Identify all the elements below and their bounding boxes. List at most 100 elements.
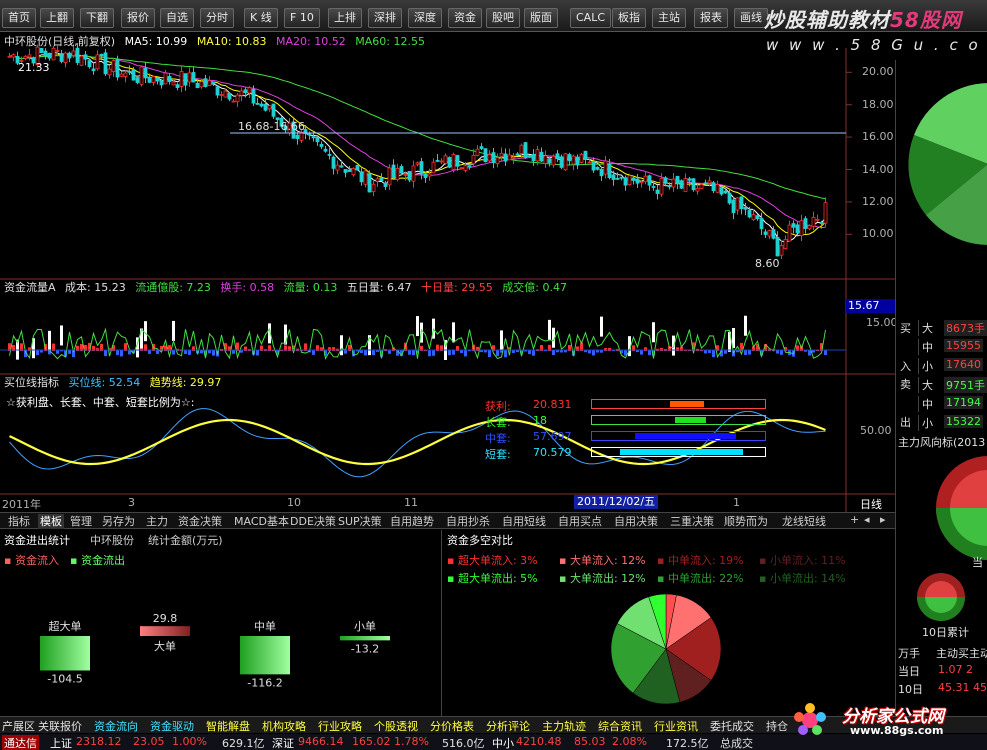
toolbar-button-4[interactable]: 自选 [160,8,194,28]
zx-label[interactable]: 中小 [492,735,514,750]
toolbar-button-1[interactable]: 上翻 [40,8,74,28]
flow-bar-label: 超大单 [49,619,82,633]
toolbar-button-3[interactable]: 报价 [121,8,155,28]
bottom-nav-item-1[interactable]: 关联报价 [38,718,82,734]
flow-bar [808,350,811,356]
tab-0[interactable]: 指标 [8,514,30,529]
plus-icon[interactable]: + [850,513,859,526]
chevron-right-icon[interactable]: ▸ [880,513,886,526]
tab-14[interactable]: 三重决策 [670,514,714,529]
flow-bar [640,350,643,355]
tab-16[interactable]: 龙线短线 [782,514,826,529]
toolbar-button-13[interactable]: 版面 [524,8,558,28]
candle-body [363,170,368,185]
bottom-nav-item-7[interactable]: 个股透视 [374,718,418,734]
candle-body [387,167,392,186]
flow-bar-chart: 超大单 -104.5 大单 29.8 中单 -116.2 小单 -13.2 [40,612,390,689]
toolbar-button-2[interactable]: 下翻 [80,8,114,28]
candle-body [563,153,568,171]
flow-bar [724,350,727,354]
candle-body [651,186,656,188]
sz-label[interactable]: 深证 [272,735,294,750]
bottom-nav-item-12[interactable]: 行业资讯 [654,718,698,734]
tab-11[interactable]: 自用短线 [502,514,546,529]
chevron-left-icon[interactable]: ◂ [864,513,870,526]
toolbar-button-8[interactable]: 上排 [328,8,362,28]
tab-10[interactable]: 自用抄杀 [446,514,490,529]
tab-scroll[interactable]: + ◂ ▸ [848,513,895,529]
toolbar-button-10[interactable]: 深度 [408,8,442,28]
zx-value: 4210.48 [516,735,562,748]
flow-spike [548,319,551,340]
inflow-legend: ▪ 超大单流入: 3% [447,554,538,567]
candle-body [359,171,364,183]
tab-2[interactable]: 管理 [70,514,92,529]
tab-12[interactable]: 自用买点 [558,514,602,529]
toolbar-button-5[interactable]: 分时 [200,8,234,28]
bottom-nav-item-0[interactable]: 产展区 [2,718,35,734]
flow-bar [184,350,187,354]
tab-5[interactable]: 资金决策 [178,514,222,529]
candle-body [591,161,596,171]
flow-bar [372,350,375,356]
bottom-nav-item-2[interactable]: 资金流向 [94,718,138,734]
sh-label[interactable]: 上证 [50,735,72,750]
candle-body [431,161,436,174]
out-label: 出 [900,416,911,429]
candle-body [443,155,448,164]
flow-bar [148,350,151,354]
candle-body [371,183,376,193]
date-m3: 3 [128,496,135,509]
toolbar-button-9[interactable]: 深排 [368,8,402,28]
candle-body [471,154,476,165]
tab-4[interactable]: 主力 [146,514,168,529]
flow-bar [388,350,391,354]
bottom-nav-item-3[interactable]: 资金驱动 [150,718,194,734]
toolbar-button-7[interactable]: F 10 [284,8,320,28]
flow-bar [776,350,779,354]
bottom-nav-item-14[interactable]: 持仓 [766,718,788,734]
tab-15[interactable]: 顺势而为 [724,514,768,529]
toolbar-button-16[interactable]: 主站 [652,8,686,28]
flow-bar [212,350,215,356]
tab-7[interactable]: DDE决策 [290,514,336,529]
bottom-nav-item-8[interactable]: 分价格表 [430,718,474,734]
toolbar-button-12[interactable]: 股吧 [486,8,520,28]
candle-body [147,76,152,83]
candle-body [643,175,648,183]
bottom-nav-item-10[interactable]: 主力轨迹 [542,718,586,734]
bottom-nav-item-4[interactable]: 智能解盘 [206,718,250,734]
tab-1[interactable]: 模板 [38,514,64,529]
toolbar-button-14[interactable]: CALC [570,8,612,28]
candle-body [355,164,360,171]
bottom-nav-item-13[interactable]: 委托成交 [710,718,754,734]
bottom-nav-item-6[interactable]: 行业攻略 [318,718,362,734]
tab-13[interactable]: 自用决策 [614,514,658,529]
outflow-legend: ▪ 小单流出: 14% [759,572,846,585]
candle-body [139,66,144,85]
candle-body [319,144,324,147]
tab-9[interactable]: 自用趋势 [390,514,434,529]
candle-body [231,100,236,103]
candle-body [811,216,816,227]
ratio-label: 长套: [485,416,511,429]
toolbar-button-15[interactable]: 板指 [612,8,646,28]
tab-8[interactable]: SUP决策 [338,514,382,529]
capital-tick: 15.00 [866,316,898,329]
candle-body [603,160,608,175]
buy-label: 买 [900,322,911,335]
bottom-nav-item-5[interactable]: 机构攻略 [262,718,306,734]
toolbar-button-0[interactable]: 首页 [2,8,36,28]
ratio-bar-fill [619,449,743,455]
tab-6[interactable]: MACD基本 [234,514,289,529]
bottom-nav-item-9[interactable]: 分析评论 [486,718,530,734]
candle-body [23,55,28,59]
flow-bar [432,350,435,356]
flow-stats-panel: 资金进出统计 中环股份 统计金额(万元) ▪ 资金流入 ▪ 资金流出 超大单 -1… [0,530,442,716]
toolbar-button-17[interactable]: 报表 [694,8,728,28]
toolbar-button-11[interactable]: 资金 [448,8,482,28]
bottom-nav-item-11[interactable]: 综合资讯 [598,718,642,734]
tab-3[interactable]: 另存为 [102,514,135,529]
toolbar-button-6[interactable]: K 线 [244,8,278,28]
flow-bar [704,350,707,354]
